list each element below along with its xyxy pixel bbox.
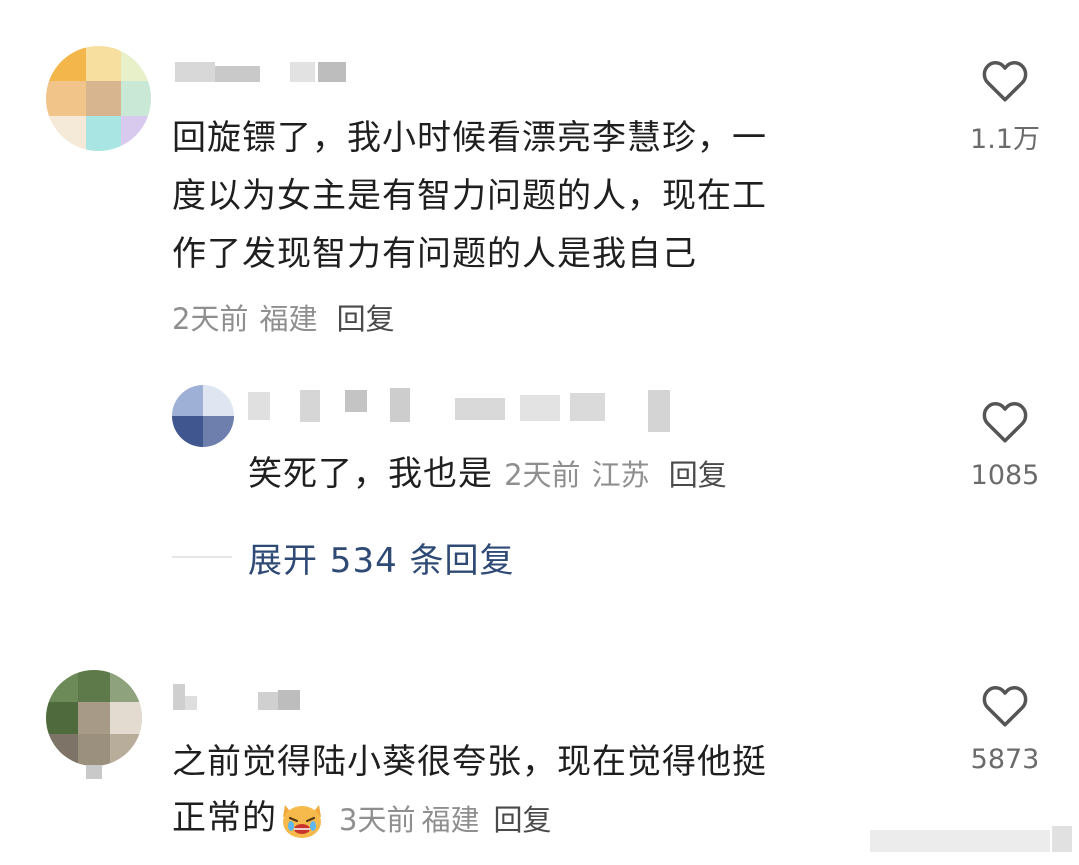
location-label: 福建 [421,803,480,837]
location-label: 江苏 [591,458,650,492]
expand-replies-button[interactable]: 展开 534 条回复 [248,533,515,582]
time-label: 3天前 [339,803,416,837]
like-count: 1.1万 [970,124,1040,155]
like-button[interactable]: 1085 [950,396,1060,491]
avatar[interactable] [46,670,142,766]
reply-button[interactable]: 回复 [337,302,395,336]
time-label: 2天前 [504,458,581,492]
avatar[interactable] [172,385,234,447]
comment-line: 作了发现智力有问题的人是我自己 [172,234,697,274]
heart-outline-icon [982,686,1028,727]
comment-last-line: 正常的 3天前 福建 回复 [172,792,551,844]
like-count: 5873 [970,744,1040,775]
reply-button[interactable]: 回复 [493,797,551,839]
like-button[interactable]: 5873 [950,680,1060,775]
comment-line: 回旋镖了，我小时候看漂亮李慧珍，一 [172,118,767,158]
comment-text: 之前觉得陆小葵很夸张，现在觉得他挺 [172,734,932,790]
comment-line: 之前觉得陆小葵很夸张，现在觉得他挺 [172,742,767,782]
reply-body: 笑死了，我也是 2天前 江苏 回复 [248,450,727,498]
crying-cat-emoji-icon [279,795,325,841]
reply-text: 笑死了，我也是 [248,454,493,494]
avatar-blur-fragment [86,765,102,779]
heart-outline-icon [982,61,1028,102]
avatar[interactable] [46,46,151,151]
reply-button[interactable]: 回复 [669,458,727,492]
expand-divider [172,556,232,558]
comment-line: 正常的 [172,798,277,838]
like-count: 1085 [970,460,1040,491]
heart-outline-icon [982,402,1028,443]
comment-text: 回旋镖了，我小时候看漂亮李慧珍，一 度以为女主是有智力问题的人，现在工 作了发现… [172,110,902,282]
comment-meta: 2天前 福建 回复 [172,296,395,338]
location-label: 福建 [259,302,318,336]
time-label: 2天前 [172,302,249,336]
comment-line: 度以为女主是有智力问题的人，现在工 [172,176,767,216]
like-button[interactable]: 1.1万 [950,55,1060,156]
